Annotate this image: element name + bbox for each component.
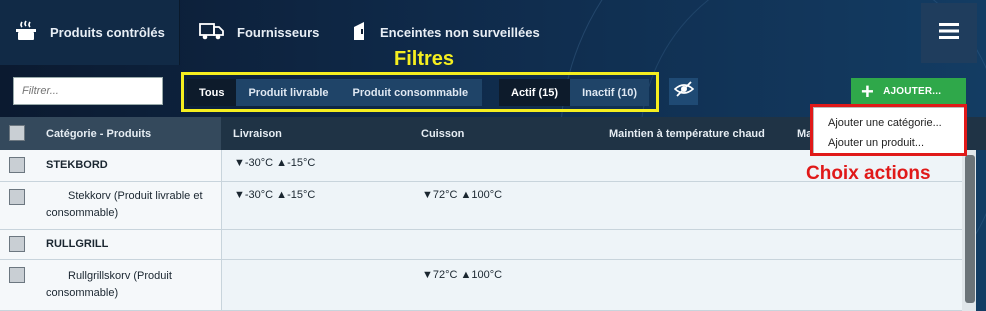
tab-produits-controles[interactable]: Produits contrôlés: [0, 0, 180, 65]
header-maintien-chaud[interactable]: Maintien à température chaud: [609, 117, 765, 150]
row-name-cell: [0, 150, 222, 181]
hamburger-menu-icon: [939, 22, 959, 44]
row-name: RULLGRILL: [46, 238, 109, 250]
row-cuisson: ▼72°C ▲100°C: [422, 269, 503, 281]
row-checkbox[interactable]: [9, 189, 25, 205]
row-cuisson: ▼72°C ▲100°C: [422, 189, 503, 201]
add-button-label: AJOUTER...: [883, 86, 942, 97]
header-cuisson[interactable]: Cuisson: [421, 117, 464, 150]
row-checkbox[interactable]: [9, 157, 25, 173]
truck-icon: [199, 21, 225, 44]
header-livraison[interactable]: Livraison: [233, 117, 282, 150]
tab-label: Fournisseurs: [237, 25, 320, 40]
fridge-icon: [352, 21, 368, 44]
row-name-cell: [0, 230, 222, 259]
add-button[interactable]: + AJOUTER...: [851, 78, 966, 105]
header-overflow: [967, 117, 986, 150]
choix-actions-annotation: Choix actions: [806, 163, 931, 184]
header-categorie-produits[interactable]: Catégorie - Produits: [46, 117, 151, 150]
row-name: Stekkorv (Produit livrable et consommabl…: [46, 190, 203, 219]
select-all-checkbox[interactable]: [9, 125, 25, 141]
eye-slash-icon: [673, 81, 694, 102]
row-name: Rullgrillskorv (Produit consommable): [46, 270, 172, 299]
actions-highlight-box: [810, 104, 967, 156]
filter-input[interactable]: [13, 77, 163, 105]
tab-label: Produits contrôlés: [50, 25, 165, 40]
row-livraison: ▼-30°C ▲-15°C: [234, 189, 316, 201]
menu-button[interactable]: [921, 3, 977, 63]
visibility-toggle-button[interactable]: [669, 78, 698, 105]
table-row[interactable]: Stekkorv (Produit livrable et consommabl…: [0, 182, 976, 230]
scrollbar-thumb[interactable]: [965, 155, 975, 303]
tab-fournisseurs[interactable]: Fournisseurs: [199, 0, 339, 65]
tab-label: Enceintes non surveillées: [380, 25, 540, 40]
row-name: STEKBORD: [46, 159, 108, 171]
plus-icon: +: [861, 78, 875, 104]
cooking-pot-icon: [14, 20, 38, 45]
top-nav: Produits contrôlés Fournisseurs Enceinte…: [0, 0, 986, 65]
table-row[interactable]: RULLGRILL: [0, 230, 976, 260]
filtres-annotation: Filtres: [394, 48, 455, 70]
table-row[interactable]: Rullgrillskorv (Produit consommable) ▼72…: [0, 260, 976, 311]
filters-highlight-box: [181, 72, 659, 112]
row-checkbox[interactable]: [9, 236, 25, 252]
row-checkbox[interactable]: [9, 267, 25, 283]
row-livraison: ▼-30°C ▲-15°C: [234, 157, 316, 169]
